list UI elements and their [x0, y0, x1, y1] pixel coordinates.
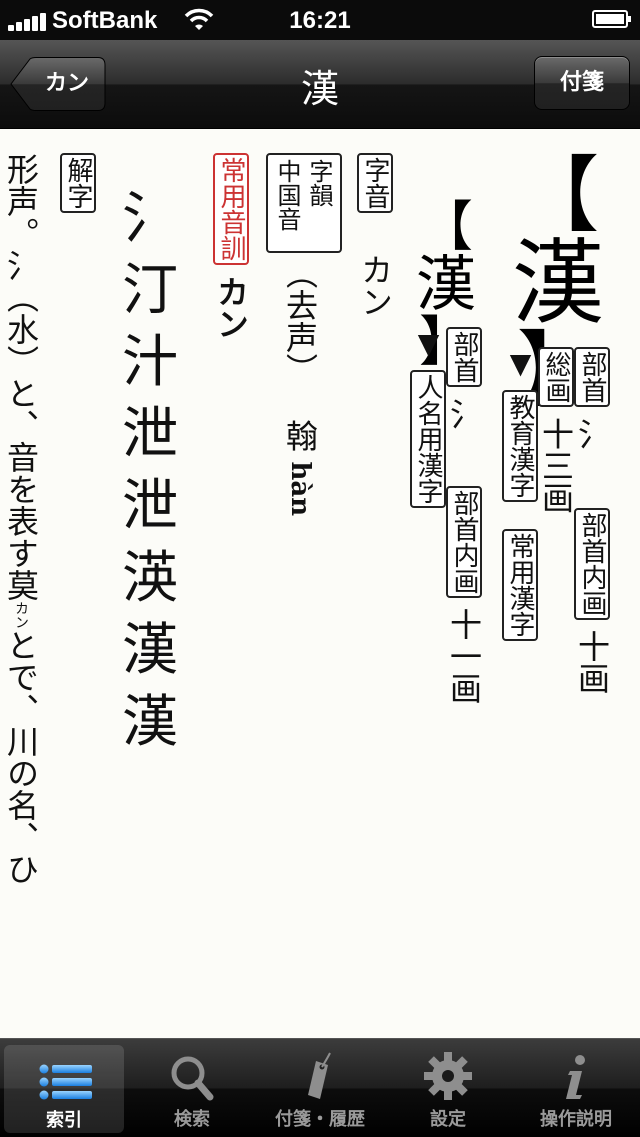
stroke-step: 泄 — [122, 402, 178, 467]
tab-bookmark-history-label: 付箋・履歴 — [275, 1109, 365, 1130]
tag-jouyou-onkun: 常用音訓 — [213, 153, 249, 265]
tab-search-label: 検索 — [174, 1109, 210, 1130]
info-column-4: ▼ 人名用漢字 — [410, 327, 446, 509]
clock: 16:21 — [289, 7, 351, 34]
tag-chugoku-line2: 中国音 — [273, 159, 301, 231]
bushunaikaku-value: 十画 — [573, 629, 611, 694]
info-column-2: ▼ 教育漢字 常用漢字 — [502, 347, 538, 641]
tag-soukaku: 総画 — [538, 347, 574, 407]
jion-value: カン — [356, 253, 394, 318]
stroke-step: 氵 — [122, 186, 178, 251]
tab-settings-label: 設定 — [430, 1109, 466, 1130]
kaiji-tag-column: 解字 — [60, 153, 96, 213]
stroke-step: 汀 — [122, 258, 178, 323]
battery-icon — [592, 10, 631, 28]
tag-kaiji: 解字 — [60, 153, 96, 213]
tab-index[interactable]: 索引 — [4, 1045, 124, 1133]
headword-main-kanji: 漢 — [511, 229, 604, 337]
tag-jinmei: 人名用漢字 — [410, 370, 446, 509]
kaiji-phonetic: 莫 — [2, 569, 40, 601]
tab-bookmark-history[interactable]: 付箋・履歴 — [256, 1039, 384, 1137]
bushu-alt-value: 氵 — [445, 397, 483, 430]
kaiji-text-before: 形声。氵（水）と、音を表す — [2, 153, 40, 569]
stroke-order: 氵 汀 汁 泄 泄 渶 漢 漢 — [110, 183, 190, 759]
navigation-bar: カン 漢 付箋 — [0, 40, 640, 129]
bushunaikaku-alt-value: 十一画 — [445, 607, 483, 704]
tag-bushunaikaku-alt: 部首内画 — [446, 485, 482, 598]
triangle-marker-alt: ▼ — [412, 327, 445, 360]
soukaku-value: 十三画 — [537, 417, 575, 514]
list-icon — [39, 1064, 92, 1100]
info-column-2b: 総画 十三画 — [537, 347, 575, 514]
tab-bar: 索引 検索 付箋・履歴 設定 操作説明 — [0, 1038, 640, 1137]
tab-index-label: 索引 — [46, 1110, 82, 1131]
stroke-step: 漢 — [122, 618, 178, 683]
tag-kyouiku: 教育漢字 — [502, 390, 538, 503]
tab-help[interactable]: 操作説明 — [512, 1039, 640, 1137]
tab-settings[interactable]: 設定 — [384, 1039, 512, 1137]
tag-jouyou: 常用漢字 — [502, 528, 538, 641]
kaiji-ruby: カン — [13, 601, 29, 629]
tab-search[interactable]: 検索 — [128, 1039, 256, 1137]
tag-chugoku-on: 字韻 中国音 — [266, 153, 342, 253]
jion-column: 字音 カン — [356, 153, 394, 317]
info-icon — [566, 1055, 585, 1099]
jouyou-onkun-value: カン — [212, 275, 250, 340]
stroke-step: 汁 — [122, 330, 178, 395]
kaiji-text: 形声。氵（水）と、音を表す莫カンとで、川の名、ひ — [2, 153, 40, 885]
bushu-value: 氵 — [573, 417, 611, 450]
jouyou-onkun-column: 常用音訓 カン — [212, 153, 250, 339]
bracket-open: 【 — [516, 147, 600, 244]
shisei-value: （去声） — [281, 257, 319, 385]
tag-bushu-alt: 部首 — [446, 327, 482, 387]
bookmark-button[interactable]: 付箋 — [534, 56, 630, 110]
tag-chugoku-line1: 字韻 — [305, 159, 333, 207]
stroke-step: 泄 — [122, 474, 178, 539]
status-bar: SoftBank 16:21 — [0, 0, 640, 40]
info-column-3: 部首 氵 部首内画 十一画 — [445, 327, 483, 704]
stroke-step: 渶 — [122, 546, 178, 611]
stroke-step: 漢 — [122, 690, 178, 755]
kaiji-text-after: とで、川の名、ひ — [2, 629, 40, 885]
info-column-1: 部首 氵 部首内画 十画 — [573, 347, 611, 694]
tab-help-label: 操作説明 — [540, 1109, 612, 1130]
dictionary-entry: 【 漢 】 部首 氵 部首内画 十画 ▼ 教育漢字 常用漢字 総画 十三画 【 … — [0, 129, 640, 1038]
triangle-marker: ▼ — [504, 347, 537, 380]
gear-icon — [424, 1052, 472, 1100]
tag-jion: 字音 — [357, 153, 393, 213]
tag-bushu: 部首 — [574, 347, 610, 407]
chugoku-column: （去声） 翰 hàn — [281, 257, 319, 517]
inyun-value: 翰 — [281, 419, 319, 452]
bracket-open-alt: 【 — [419, 195, 473, 258]
tag-icon — [308, 1052, 331, 1099]
pinyin-value: hàn — [285, 461, 315, 517]
search-icon — [171, 1056, 214, 1101]
tag-bushunaikaku: 部首内画 — [574, 507, 610, 620]
